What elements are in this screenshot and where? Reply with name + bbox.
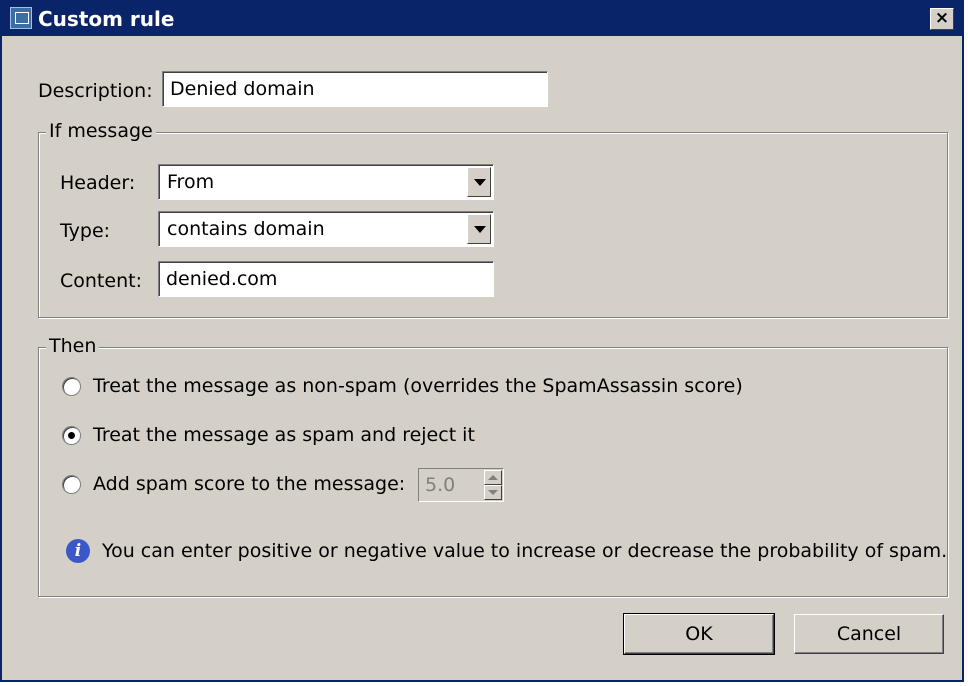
radio-add-score[interactable] <box>62 475 81 494</box>
type-select[interactable]: contains domain <box>158 211 494 247</box>
header-select-value: From <box>167 171 215 193</box>
custom-rule-dialog: Custom rule × Description: Denied domain… <box>0 0 964 682</box>
chevron-down-icon[interactable] <box>467 214 491 244</box>
radio-non-spam[interactable] <box>62 377 81 396</box>
header-select[interactable]: From <box>158 164 494 200</box>
type-select-value: contains domain <box>167 218 325 240</box>
radio-add-score-label[interactable]: Add spam score to the message: <box>93 473 405 495</box>
cancel-button[interactable]: Cancel <box>794 614 944 654</box>
content-input[interactable]: denied.com <box>158 261 494 297</box>
radio-non-spam-label[interactable]: Treat the message as non-spam (overrides… <box>93 375 743 397</box>
close-button[interactable]: × <box>930 8 954 30</box>
type-label: Type: <box>60 220 111 242</box>
then-legend: Then <box>46 335 100 357</box>
app-icon <box>10 7 32 29</box>
spinner-arrows <box>484 470 502 500</box>
chevron-down-icon[interactable] <box>484 485 502 500</box>
description-label: Description: <box>38 80 153 102</box>
title-bar[interactable]: Custom rule × <box>2 2 962 36</box>
description-input[interactable]: Denied domain <box>162 71 548 107</box>
if-message-legend: If message <box>46 120 156 142</box>
content-label: Content: <box>60 270 142 292</box>
chevron-up-icon[interactable] <box>484 470 502 485</box>
window-title: Custom rule <box>38 7 175 31</box>
radio-spam-reject-label[interactable]: Treat the message as spam and reject it <box>93 424 475 446</box>
ok-button[interactable]: OK <box>623 613 775 655</box>
info-text: You can enter positive or negative value… <box>102 540 948 562</box>
chevron-down-icon[interactable] <box>467 167 491 197</box>
radio-spam-reject[interactable] <box>62 426 81 445</box>
score-value[interactable]: 5.0 <box>425 469 455 501</box>
header-label: Header: <box>60 172 136 194</box>
info-icon: i <box>66 539 90 563</box>
score-spinner[interactable]: 5.0 <box>418 468 504 502</box>
